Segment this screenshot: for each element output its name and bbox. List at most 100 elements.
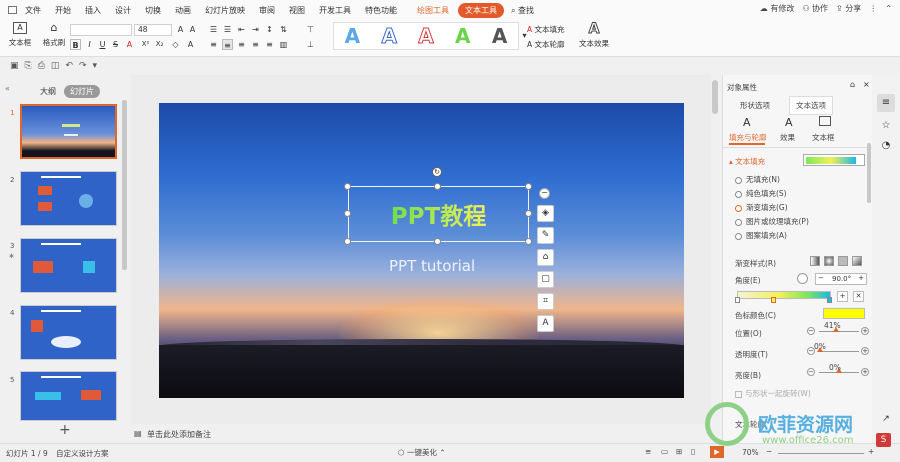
text-outline-button[interactable]: A 文本轮廓 [527, 39, 575, 50]
brightness-minus-icon[interactable]: − [807, 368, 815, 376]
tab-text-options[interactable]: 文本选项 [789, 96, 833, 115]
brightness-slider[interactable] [819, 368, 859, 373]
design-scheme[interactable]: 自定义设计方案 [56, 448, 109, 459]
menu-special[interactable]: 特色功能 [358, 5, 404, 16]
text-fill-button[interactable]: A 文本填充 [527, 24, 575, 35]
panel-scrollbar[interactable] [867, 143, 871, 203]
angle-minus-icon[interactable]: − [818, 274, 824, 282]
brightness-plus-icon[interactable]: + [861, 368, 869, 376]
tab-drawing-tools[interactable]: 绘图工具 [410, 5, 456, 16]
wordart-style-2[interactable]: A [381, 24, 398, 49]
sub-tab-textbox[interactable]: 文本框 [812, 132, 835, 143]
search-button[interactable]: ⌕ 查找 [504, 5, 541, 16]
slide-subtitle[interactable]: PPT tutorial [389, 257, 475, 275]
justify-icon[interactable]: ≡ [250, 39, 261, 50]
pin-icon[interactable]: ⌂ [850, 80, 855, 89]
align-right-icon[interactable]: ≡ [236, 39, 247, 50]
tab-slides[interactable]: 幻灯片 [64, 85, 100, 98]
font-family-select[interactable] [70, 24, 132, 36]
undo-icon[interactable]: ↶ [65, 61, 73, 71]
font-color-button[interactable]: A [124, 39, 135, 50]
resize-handle[interactable] [434, 183, 441, 190]
print-icon[interactable]: ⎙ [38, 61, 45, 71]
position-minus-icon[interactable]: − [807, 327, 815, 335]
fill-option-picture[interactable]: 图片或纹理填充(P) [735, 216, 809, 227]
gradient-path-icon[interactable] [852, 256, 862, 266]
grow-font-icon[interactable]: A [175, 24, 186, 35]
gradient-stop-end[interactable] [827, 297, 832, 303]
crop-icon[interactable]: ⌗ [537, 293, 554, 310]
redo-icon[interactable]: ↷ [79, 61, 87, 71]
menu-home[interactable]: 开始 [48, 5, 78, 16]
wordart-style-1[interactable]: A [345, 24, 360, 48]
text-settings-icon[interactable]: A [537, 315, 554, 332]
gradient-radial-icon[interactable] [824, 256, 834, 266]
notes-toggle-icon[interactable]: ≡ [645, 447, 651, 456]
menu-review[interactable]: 审阅 [252, 5, 282, 16]
vertical-align-icon[interactable]: ⊤ [305, 24, 316, 35]
customize-icon[interactable]: ▾ [93, 61, 98, 71]
pen-icon[interactable]: ✎ [537, 227, 554, 244]
line-spacing-icon[interactable]: ↕ [264, 24, 275, 35]
gradient-stop-start[interactable] [735, 297, 740, 303]
resize-handle[interactable] [344, 210, 351, 217]
collapse-float-icon[interactable]: − [539, 188, 550, 199]
resize-handle[interactable] [525, 238, 532, 245]
columns-icon[interactable]: ▥ [278, 39, 289, 50]
distribute-icon[interactable]: ≡ [264, 39, 275, 50]
layers-icon[interactable]: ◈ [537, 205, 554, 222]
resize-handle[interactable] [525, 210, 532, 217]
fill-option-gradient[interactable]: 渐变填充(G) [735, 202, 788, 213]
bold-button[interactable]: B [70, 39, 81, 50]
subscript-button[interactable]: X₂ [154, 39, 165, 50]
textbox-button[interactable]: A 文本框 [6, 22, 34, 48]
resize-handle[interactable] [525, 183, 532, 190]
wordart-style-5[interactable]: A [492, 24, 507, 48]
add-stop-icon[interactable]: + [837, 291, 848, 302]
angle-input[interactable]: − 90.0° + [815, 273, 867, 285]
fill-option-pattern[interactable]: 图案填充(A) [735, 230, 787, 241]
title-textbox[interactable]: PPT教程 [348, 186, 529, 242]
wordart-gallery[interactable]: A A A A A [333, 22, 519, 50]
beautify-button[interactable]: ⬡ 一键美化 ⌃ [398, 447, 446, 458]
gradient-rect-icon[interactable] [838, 256, 848, 266]
slide-thumbnail-1[interactable] [20, 104, 117, 159]
gradient-stop-selected[interactable] [771, 297, 776, 303]
outline-icon[interactable]: ▢ [537, 271, 554, 288]
stop-color-select[interactable] [823, 308, 865, 319]
align-center-icon[interactable]: ≡ [222, 39, 233, 50]
numbering-icon[interactable]: ☰ [222, 24, 233, 35]
indent-increase-icon[interactable]: ⇥ [250, 24, 261, 35]
export-icon[interactable]: ⎘ [25, 61, 32, 71]
clear-format-icon[interactable]: ◇ [170, 39, 181, 50]
tab-outline[interactable]: 大纲 [40, 86, 56, 97]
properties-icon[interactable]: ≡ [877, 94, 895, 112]
resize-handle[interactable] [344, 183, 351, 190]
animation-icon[interactable]: ◔ [877, 137, 895, 155]
collapse-pane-icon[interactable]: « [5, 84, 10, 93]
slide-thumbnail-3[interactable] [20, 238, 117, 293]
share-button[interactable]: ⇪ 分享 [836, 3, 861, 14]
fill-option-none[interactable]: 无填充(N) [735, 174, 780, 185]
menu-insert[interactable]: 插入 [78, 5, 108, 16]
angle-plus-icon[interactable]: + [858, 274, 864, 282]
save-icon[interactable]: ▣ [10, 61, 19, 71]
wordart-style-4[interactable]: A [455, 24, 470, 48]
sorter-view-icon[interactable]: ⊞ [676, 447, 682, 456]
collapse-ribbon-icon[interactable]: ⌃ [885, 4, 892, 13]
modify-button[interactable]: ☁ 有修改 [760, 3, 795, 14]
resize-handle[interactable] [434, 238, 441, 245]
text-effect-button[interactable]: A 文本效果 [578, 22, 610, 49]
rotate-with-shape-checkbox[interactable]: 与形状一起旋转(W) [735, 388, 811, 399]
menu-transition[interactable]: 切换 [138, 5, 168, 16]
menu-file[interactable]: 文件 [18, 5, 48, 16]
sub-tab-effect[interactable]: 效果 [780, 132, 795, 143]
rotate-handle-icon[interactable]: ↻ [432, 167, 442, 177]
delete-stop-icon[interactable]: ✕ [853, 291, 864, 302]
fill-color-select[interactable] [803, 154, 865, 166]
format-painter-button[interactable]: ⌂ 格式刷 [40, 22, 68, 48]
canvas-scrollbar[interactable] [712, 80, 718, 114]
menu-developer[interactable]: 开发工具 [312, 5, 358, 16]
indent-decrease-icon[interactable]: ⇤ [236, 24, 247, 35]
gradient-linear-icon[interactable] [810, 256, 820, 266]
